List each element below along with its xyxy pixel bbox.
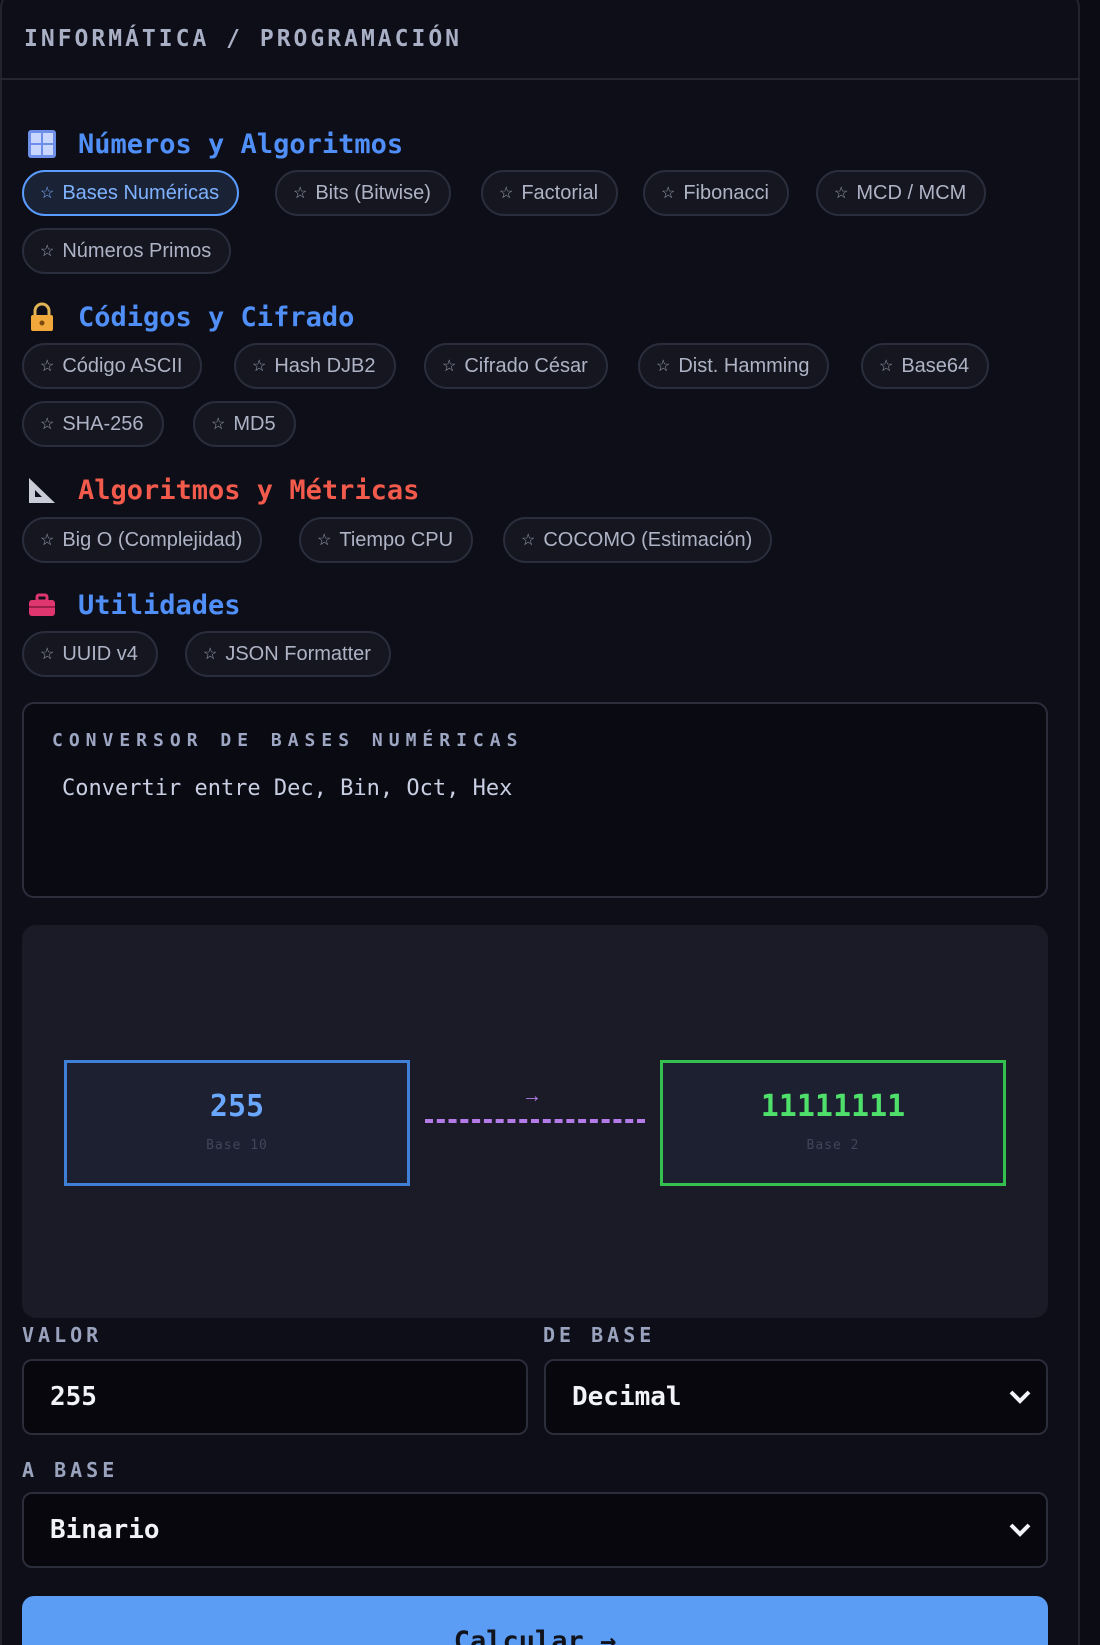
star-icon: ☆ — [40, 185, 55, 202]
ruler-triangle-icon — [26, 475, 58, 505]
star-icon: ☆ — [40, 358, 55, 375]
numbers-icon — [26, 129, 58, 159]
conversion-connector — [425, 1119, 645, 1123]
section-title-text: Algoritmos y Métricas — [78, 474, 420, 506]
star-icon: ☆ — [40, 243, 55, 260]
section-title-text: Códigos y Cifrado — [78, 301, 355, 333]
chip-bits-bitwise[interactable]: ☆ Bits (Bitwise) — [275, 170, 451, 216]
chip-base64[interactable]: ☆ Base64 — [861, 343, 990, 389]
star-icon: ☆ — [203, 646, 218, 663]
chip-sha-256[interactable]: ☆ SHA-256 — [22, 401, 164, 447]
valor-input[interactable] — [50, 1382, 514, 1412]
output-number-value: 11111111 — [760, 1089, 906, 1124]
section-title-text: Números y Algoritmos — [78, 128, 404, 160]
section-title-algoritmos: Algoritmos y Métricas — [26, 472, 419, 508]
calcular-button[interactable]: Calcular → — [22, 1596, 1048, 1645]
de-base-selected: Decimal — [572, 1382, 682, 1412]
valor-input-wrapper — [22, 1359, 528, 1435]
chip-hash-djb2[interactable]: ☆ Hash DJB2 — [234, 343, 396, 389]
tool-label: CONVERSOR DE BASES NUMÉRICAS — [52, 730, 524, 751]
star-icon: ☆ — [211, 416, 226, 433]
conversion-visual: 255 Base 10 → 11111111 Base 2 — [22, 925, 1048, 1318]
star-icon: ☆ — [40, 646, 55, 663]
toolbox-icon — [26, 590, 58, 620]
chip-cifrado-cesar[interactable]: ☆ Cifrado César — [424, 343, 608, 389]
chip-tiempo-cpu[interactable]: ☆ Tiempo CPU — [299, 517, 474, 563]
output-base-label: Base 2 — [806, 1138, 860, 1153]
chevron-down-icon — [1006, 1516, 1034, 1544]
chip-factorial[interactable]: ☆ Factorial — [481, 170, 619, 216]
chip-big-o[interactable]: ☆ Big O (Complejidad) — [22, 517, 263, 563]
section-title-codigos: Códigos y Cifrado — [26, 299, 354, 335]
input-base-label: Base 10 — [206, 1138, 268, 1153]
section-title-text: Utilidades — [78, 589, 241, 621]
chip-mcd-mcm[interactable]: ☆ MCD / MCM — [816, 170, 987, 216]
chip-bases-numericas[interactable]: ☆ Bases Numéricas — [22, 170, 240, 216]
chip-json-formatter[interactable]: ☆ JSON Formatter — [185, 631, 391, 677]
section-title-numeros: Números y Algoritmos — [26, 126, 403, 162]
lock-icon — [26, 302, 58, 332]
star-icon: ☆ — [499, 185, 514, 202]
star-icon: ☆ — [40, 416, 55, 433]
chip-numeros-primos[interactable]: ☆ Números Primos — [22, 228, 232, 274]
star-icon: ☆ — [442, 358, 457, 375]
star-icon: ☆ — [879, 358, 894, 375]
a-base-label: A BASE — [22, 1458, 119, 1482]
tool-info-box: CONVERSOR DE BASES NUMÉRICAS Convertir e… — [22, 702, 1048, 898]
chevron-down-icon — [1006, 1383, 1034, 1411]
chip-fibonacci[interactable]: ☆ Fibonacci — [643, 170, 789, 216]
star-icon: ☆ — [293, 185, 308, 202]
star-icon: ☆ — [252, 358, 267, 375]
a-base-selected: Binario — [50, 1515, 160, 1545]
chip-uuid-v4[interactable]: ☆ UUID v4 — [22, 631, 158, 677]
a-base-select[interactable]: Binario — [22, 1492, 1048, 1568]
star-icon: ☆ — [521, 532, 536, 549]
output-number-box: 11111111 Base 2 — [660, 1060, 1006, 1186]
de-base-label: DE BASE — [543, 1323, 656, 1347]
star-icon: ☆ — [317, 532, 332, 549]
chip-codigo-ascii[interactable]: ☆ Código ASCII — [22, 343, 203, 389]
tool-description: Convertir entre Dec, Bin, Oct, Hex — [62, 776, 513, 801]
arrow-right-icon: → — [522, 1085, 542, 1107]
star-icon: ☆ — [834, 185, 849, 202]
breadcrumb: INFORMÁTICA / PROGRAMACIÓN — [24, 26, 463, 52]
valor-label: VALOR — [22, 1323, 103, 1347]
star-icon: ☆ — [656, 358, 671, 375]
chip-cocomo[interactable]: ☆ COCOMO (Estimación) — [503, 517, 773, 563]
star-icon: ☆ — [661, 185, 676, 202]
star-icon: ☆ — [40, 532, 55, 549]
chip-md5[interactable]: ☆ MD5 — [193, 401, 296, 447]
chip-dist-hamming[interactable]: ☆ Dist. Hamming — [638, 343, 830, 389]
section-title-utilidades: Utilidades — [26, 587, 241, 623]
input-number-box: 255 Base 10 — [64, 1060, 410, 1186]
input-number-value: 255 — [209, 1089, 265, 1124]
header-bar: INFORMÁTICA / PROGRAMACIÓN — [0, 0, 1080, 80]
de-base-select[interactable]: Decimal — [544, 1359, 1048, 1435]
